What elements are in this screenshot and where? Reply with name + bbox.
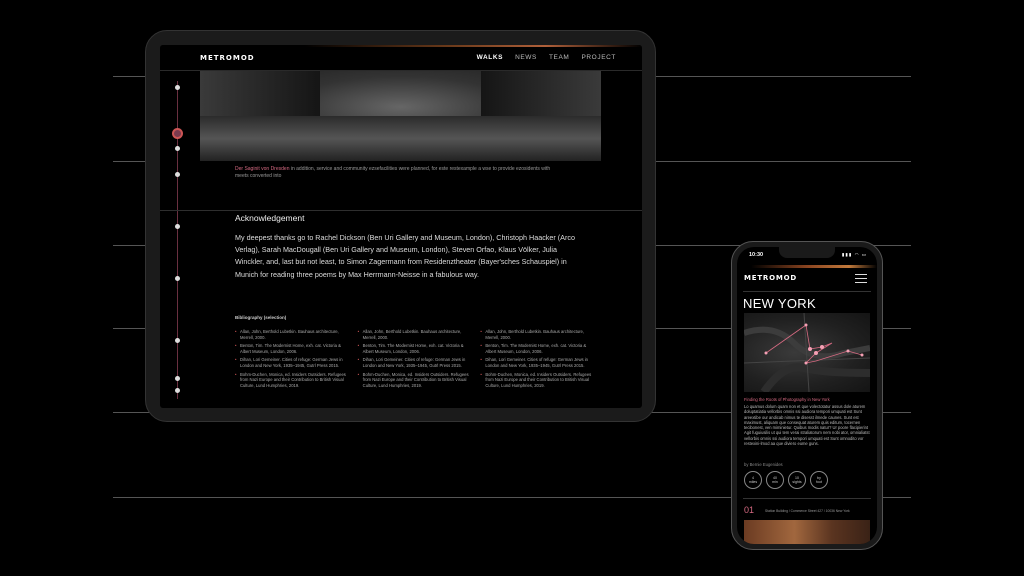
status-time: 10:30 <box>749 252 764 258</box>
station-address: Station Building / Commerce Street 427 /… <box>765 509 850 513</box>
phone-screen: 10:30 ▮▮▮ ◠ ▭ METROMOD NEW YORK Finding … <box>737 247 877 544</box>
bibliography-column: Allan, John, Berthold Lubetkin. Bauhaus … <box>358 329 473 391</box>
timeline-dot[interactable] <box>175 376 180 381</box>
bibliography-entry: Benton, Tim. The Modernist Home, exh. ca… <box>235 343 350 354</box>
walk-subtitle: Finding the Roots of Photography in New … <box>744 397 830 402</box>
bibliography-entry: Allan, John, Berthold Lubetkin. Bauhaus … <box>480 329 595 340</box>
photo-caption: Der Saginit von Dresden in addition, ser… <box>235 166 565 180</box>
route-map[interactable] <box>744 313 870 392</box>
bibliography-heading: Bibliography (selection) <box>235 315 287 320</box>
map-route-svg <box>744 313 870 392</box>
walk-author: by Bernie Eugenides <box>744 462 783 467</box>
accent-bar <box>737 265 877 268</box>
section-divider <box>160 210 642 211</box>
walk-description: Lo quamus dolum quam non et que volectot… <box>744 404 870 447</box>
nav-item-news[interactable]: NEWS <box>515 54 537 61</box>
nav-item-project[interactable]: PROJECT <box>581 54 616 61</box>
bibliography-entry: Benton, Tim. The Modernist Home, exh. ca… <box>358 343 473 354</box>
nav-menu: WALKS NEWS TEAM PROJECT <box>477 54 616 61</box>
stat-distance: 4 miles <box>744 471 762 489</box>
bibliography-column: Allan, John, Berthold Lubetkin. Bauhaus … <box>480 329 595 391</box>
bibliography-entry: Bohm-Duchen, Monica, ed. Insiders Outsid… <box>480 372 595 389</box>
bibliography-columns: Allan, John, Berthold Lubetkin. Bauhaus … <box>235 329 595 391</box>
timeline-dot[interactable] <box>175 276 180 281</box>
acknowledgement-heading: Acknowledgement <box>235 213 305 223</box>
bibliography-entry: Benton, Tim. The Modernist Home, exh. ca… <box>480 343 595 354</box>
bibliography-entry: Bohm-Duchen, Monica, ed. Insiders Outsid… <box>358 372 473 389</box>
stat-duration: 40 min <box>766 471 784 489</box>
bibliography-entry: Dihan, Lori Gemeiner. Cities of refuge: … <box>358 357 473 368</box>
bibliography-entry: Dihan, Lori Gemeiner. Cities of refuge: … <box>480 357 595 368</box>
timeline-dot[interactable] <box>175 146 180 151</box>
nav-item-team[interactable]: TEAM <box>549 54 569 61</box>
stat-unit: min <box>772 480 778 484</box>
stat-sights: 10 sights <box>788 471 806 489</box>
phone-notch <box>779 247 835 258</box>
stat-unit: sights <box>792 480 802 484</box>
metromod-logo[interactable]: METROMOD <box>744 274 797 282</box>
timeline-dot[interactable] <box>175 338 180 343</box>
timeline-dot[interactable] <box>175 224 180 229</box>
caption-link[interactable]: Der Saginit von Dresden <box>235 166 289 172</box>
page-title: NEW YORK <box>743 296 816 311</box>
stat-unit: foot <box>816 480 822 484</box>
acknowledgement-text: My deepest thanks go to Rachel Dickson (… <box>235 233 575 279</box>
station-photo[interactable] <box>744 520 870 544</box>
corridor-photo <box>200 71 601 161</box>
top-navigation: METROMOD WALKS NEWS TEAM PROJECT <box>160 45 642 71</box>
bibliography-entry: Allan, John, Berthold Lubetkin. Bauhaus … <box>358 329 473 340</box>
timeline-dot[interactable] <box>175 388 180 393</box>
bibliography-entry: Bohm-Duchen, Monica, ed. Insiders Outsid… <box>235 372 350 389</box>
status-icons: ▮▮▮ ◠ ▭ <box>841 252 867 257</box>
nav-item-walks[interactable]: WALKS <box>477 54 503 61</box>
timeline-dot-active[interactable] <box>172 128 183 139</box>
stat-unit: miles <box>748 480 758 484</box>
metromod-logo[interactable]: METROMOD <box>200 54 255 62</box>
walk-stats: 4 miles 40 min 10 sights by foot <box>744 471 828 489</box>
bibliography-entry: Allan, John, Berthold Lubetkin. Bauhaus … <box>235 329 350 340</box>
hamburger-menu-icon[interactable] <box>855 274 867 283</box>
tablet-device: METROMOD WALKS NEWS TEAM PROJECT Der Sag… <box>145 30 656 422</box>
station-number: 01 <box>744 505 755 515</box>
timeline-dot[interactable] <box>175 172 180 177</box>
phone-device: 10:30 ▮▮▮ ◠ ▭ METROMOD NEW YORK Finding … <box>731 241 883 550</box>
header-divider <box>743 291 871 292</box>
stat-mode: by foot <box>810 471 828 489</box>
timeline-dot[interactable] <box>175 85 180 90</box>
tablet-screen: METROMOD WALKS NEWS TEAM PROJECT Der Sag… <box>160 45 642 408</box>
bibliography-column: Allan, John, Berthold Lubetkin. Bauhaus … <box>235 329 350 391</box>
stats-divider <box>743 498 871 499</box>
bibliography-entry: Dihan, Lori Gemeiner. Cities of refuge: … <box>235 357 350 368</box>
